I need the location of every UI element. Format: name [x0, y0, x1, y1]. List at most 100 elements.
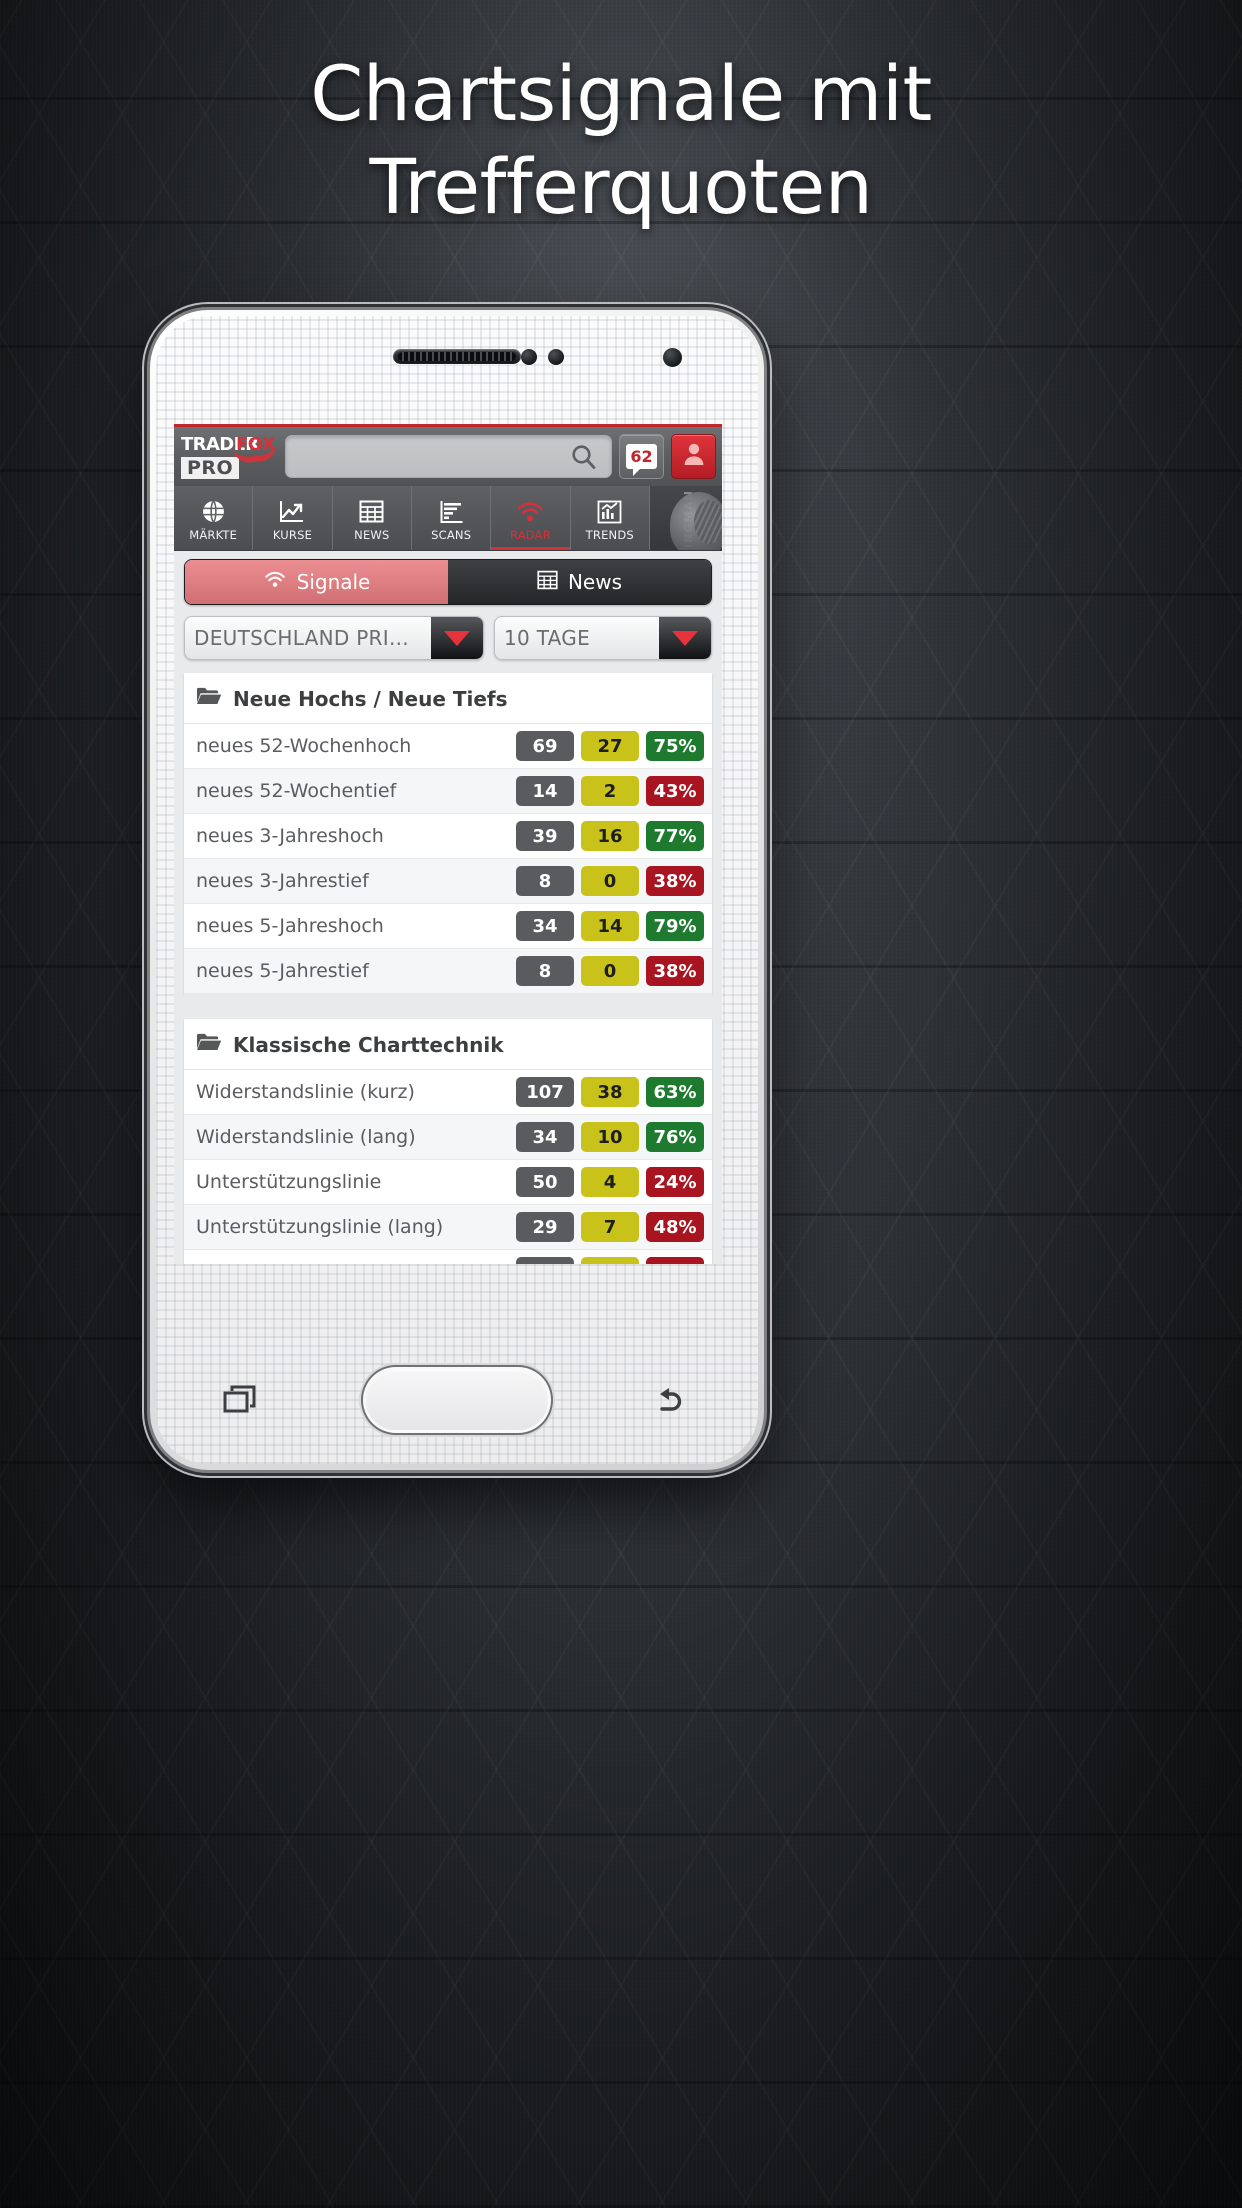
- signal-count: 14: [516, 776, 574, 806]
- row-label: neues 5-Jahreshoch: [196, 914, 384, 937]
- table-row[interactable]: neues 3-Jahrestief 8 0 38%: [184, 859, 712, 904]
- back-arrow-icon[interactable]: [644, 1373, 698, 1427]
- period-dropdown-value: 10 TAGE: [504, 626, 591, 650]
- period-dropdown[interactable]: 10 TAGE: [494, 616, 712, 660]
- message-bubble-icon: 62: [626, 444, 657, 476]
- nav-tab-radar[interactable]: RADAR: [491, 486, 571, 550]
- signal-count: 39: [516, 821, 574, 851]
- account-button[interactable]: [671, 434, 716, 479]
- table-row[interactable]: neues 3-Jahreshoch 39 16 77%: [184, 814, 712, 859]
- nav-tab-label: KURSE: [272, 527, 313, 542]
- signale-news-toggle: Signale News: [184, 559, 712, 605]
- row-label: Widerstandslinie (lang): [196, 1125, 416, 1148]
- signal-hit-rate: 38%: [646, 866, 704, 896]
- nav-tab-news[interactable]: NEWS: [333, 486, 412, 550]
- phone-device: TRADER FOX PRO 62 MÄRKTE KURSE NEWS SCAN…: [150, 310, 764, 1470]
- table-row[interactable]: Unterstützungslinie 50 4 24%: [184, 1160, 712, 1205]
- signal-hits: 27: [581, 731, 639, 761]
- phone-front-panel: TRADER FOX PRO 62 MÄRKTE KURSE NEWS SCAN…: [156, 316, 758, 1464]
- signal-hits: 38: [581, 1077, 639, 1107]
- user-avatar-icon: [680, 440, 708, 473]
- table-row[interactable]: neues 5-Jahreshoch 34 14 79%: [184, 904, 712, 949]
- signal-hits: 10: [581, 1122, 639, 1152]
- nav-tab-wingman[interactable]: WINGMAN: [649, 486, 722, 550]
- message-count: 62: [630, 446, 653, 466]
- signal-hit-rate: 75%: [646, 731, 704, 761]
- chevron-down-icon[interactable]: [431, 617, 483, 659]
- signal-hit-rate: 63%: [646, 1077, 704, 1107]
- signal-hits: 4: [581, 1167, 639, 1197]
- section-header[interactable]: Klassische Charttechnik: [184, 1019, 712, 1070]
- main-navigation: MÄRKTE KURSE NEWS SCANS RADAR TRENDS: [174, 486, 722, 551]
- app-header: TRADER FOX PRO 62: [174, 424, 722, 486]
- nav-tab-scans[interactable]: SCANS: [412, 486, 492, 550]
- signal-count: 69: [516, 731, 574, 761]
- signal-count: 34: [516, 1122, 574, 1152]
- row-label: neues 5-Jahrestief: [196, 959, 369, 982]
- globe-icon: [201, 499, 226, 525]
- tab-news[interactable]: News: [448, 560, 711, 604]
- row-label: neues 52-Wochentief: [196, 779, 397, 802]
- folder-open-icon: [196, 686, 222, 711]
- light-sensor-icon: [548, 349, 564, 365]
- bar-histogram-icon: [439, 499, 464, 525]
- signal-hit-rate: 24%: [646, 1167, 704, 1197]
- signal-hit-rate: 38%: [646, 956, 704, 986]
- table-row[interactable]: neues 5-Jahrestief 8 0 38%: [184, 949, 712, 994]
- proximity-sensor-icon: [521, 349, 537, 365]
- tab-news-label: News: [567, 570, 623, 594]
- traderfox-logo[interactable]: TRADER FOX PRO: [181, 434, 278, 479]
- table-row[interactable]: Widerstandslinie (lang) 34 10 76%: [184, 1115, 712, 1160]
- row-label: Unterstützungslinie: [196, 1170, 382, 1193]
- messages-button[interactable]: 62: [619, 434, 664, 479]
- table-row[interactable]: Unterstützungslinie (lang) 29 7 48%: [184, 1205, 712, 1250]
- market-dropdown-value: DEUTSCHLAND PRI...: [194, 626, 409, 650]
- signal-count: 8: [516, 866, 574, 896]
- nav-tab-label: RADAR: [510, 527, 551, 542]
- signal-count: 29: [516, 1212, 574, 1242]
- folder-open-icon: [196, 1032, 222, 1057]
- table-row[interactable]: Widerstandslinie (kurz) 107 38 63%: [184, 1070, 712, 1115]
- chevron-down-icon[interactable]: [659, 617, 711, 659]
- home-button[interactable]: [366, 1370, 548, 1430]
- wifi-radar-icon: [263, 570, 287, 594]
- search-input[interactable]: [285, 435, 612, 478]
- signal-hits: 2: [581, 776, 639, 806]
- signal-hit-rate: 76%: [646, 1122, 704, 1152]
- recent-apps-icon[interactable]: [216, 1373, 270, 1427]
- front-camera-icon: [663, 348, 682, 367]
- signal-hits: 16: [581, 821, 639, 851]
- table-row[interactable]: neues 52-Wochentief 14 2 43%: [184, 769, 712, 814]
- device-nav-keys: [174, 1358, 740, 1442]
- signal-count: 107: [516, 1077, 574, 1107]
- nav-tab-trends[interactable]: TRENDS: [571, 486, 650, 550]
- nav-tab-label: TRENDS: [585, 527, 634, 542]
- signal-hits: 14: [581, 911, 639, 941]
- chart-trend-icon: [597, 499, 622, 525]
- logo-wordmark: TRADER FOX: [181, 434, 278, 465]
- signal-count: 50: [516, 1167, 574, 1197]
- nav-tab-label: NEWS: [354, 527, 390, 542]
- market-dropdown[interactable]: DEUTSCHLAND PRI...: [184, 616, 484, 660]
- table-grid-icon: [537, 570, 558, 595]
- tab-signale[interactable]: Signale: [185, 560, 448, 604]
- line-chart-up-icon: [279, 499, 305, 525]
- earpiece-speaker: [393, 349, 521, 364]
- nav-tab-kurse[interactable]: KURSE: [253, 486, 333, 550]
- section-card: Neue Hochs / Neue Tiefs neues 52-Wochenh…: [184, 673, 712, 994]
- signal-hit-rate: 48%: [646, 1212, 704, 1242]
- signal-hit-rate: 79%: [646, 911, 704, 941]
- nav-tab-maerkte[interactable]: MÄRKTE: [174, 486, 254, 550]
- radar-content: Signale News DEUTSCHLAND PRI... 10 TAGE …: [174, 551, 722, 1264]
- tab-signale-label: Signale: [296, 570, 371, 594]
- signal-hit-rate: 43%: [646, 776, 704, 806]
- scroll-fade: [174, 1246, 722, 1264]
- search-icon: [570, 443, 598, 471]
- signal-hits: 7: [581, 1212, 639, 1242]
- section-title: Klassische Charttechnik: [233, 1032, 504, 1057]
- signal-hits: 0: [581, 866, 639, 896]
- signal-hits: 0: [581, 956, 639, 986]
- row-label: neues 3-Jahrestief: [196, 869, 369, 892]
- table-row[interactable]: neues 52-Wochenhoch 69 27 75%: [184, 724, 712, 769]
- section-header[interactable]: Neue Hochs / Neue Tiefs: [184, 673, 712, 724]
